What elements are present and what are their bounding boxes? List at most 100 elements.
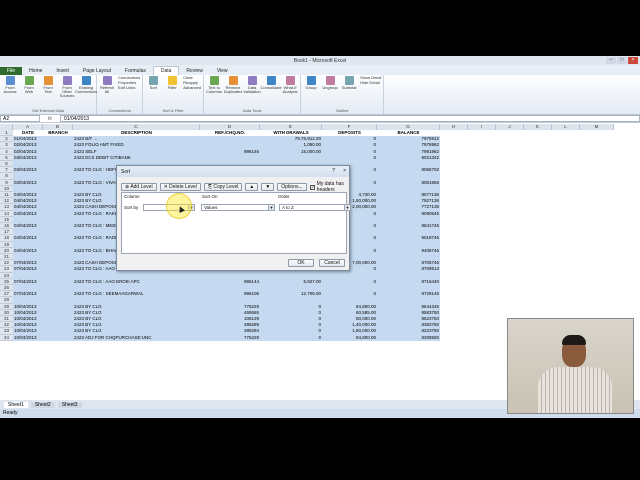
tab-file[interactable]: File xyxy=(0,67,23,75)
tab-data[interactable]: Data xyxy=(152,66,180,75)
tab-home[interactable]: Home xyxy=(22,67,49,75)
grid-cell[interactable]: 0 xyxy=(260,334,322,341)
close-button[interactable]: × xyxy=(628,57,638,64)
add-level-button[interactable]: ⊕ Add Level xyxy=(121,183,157,191)
grid-cell[interactable] xyxy=(440,335,468,341)
from-access-button[interactable]: From Access xyxy=(2,76,18,94)
column-header: Column xyxy=(124,194,140,199)
ribbon-small-buttons: Clear Reapply Advanced xyxy=(183,76,201,90)
ribbon-button-label: Remove Duplicates xyxy=(223,85,243,94)
grid-cell[interactable]: 8308550 xyxy=(377,334,440,341)
row-number[interactable]: 34 xyxy=(0,334,13,341)
grid-cell[interactable]: 84,800.00 xyxy=(322,334,377,341)
grid-cell[interactable] xyxy=(43,334,73,341)
window-title: Book1 - Microsoft Excel xyxy=(293,57,347,64)
grid-cell[interactable] xyxy=(468,335,496,341)
maximize-button[interactable]: □ xyxy=(617,57,627,64)
ribbon-button-label: What-If Analysis xyxy=(282,85,298,94)
sheet-tab-1[interactable]: Sheet1 xyxy=(4,401,28,408)
filter-button[interactable]: Filter xyxy=(164,76,180,90)
cancel-button[interactable]: Cancel xyxy=(319,259,345,267)
sheet-tab-3[interactable]: Sheet3 xyxy=(57,401,82,408)
what-if-analysis-button[interactable]: What-If Analysis xyxy=(282,76,298,94)
from-other-sources-button[interactable]: From Other Sources xyxy=(59,76,75,98)
ribbon-tabs: File Home Insert Page Layout Formulas Data Rev… xyxy=(0,65,640,75)
formula-input[interactable]: 01/04/2013 xyxy=(60,115,640,122)
filter-icon xyxy=(167,76,177,85)
ribbon-group-sort-filter: Sort Filter Clear Reapply Advanced Sort & Fil… xyxy=(143,75,205,114)
webcam-overlay xyxy=(507,318,634,414)
from-text-button[interactable]: From Text xyxy=(40,76,56,94)
sortby-label: Sort by xyxy=(124,205,139,210)
ribbon-button-label: From Other Sources xyxy=(59,85,75,98)
ok-button[interactable]: OK xyxy=(288,259,314,267)
ungroup-button[interactable]: Ungroup xyxy=(322,76,338,90)
refresh-all-button[interactable]: Refresh All xyxy=(99,76,115,94)
existing-connections-icon xyxy=(81,76,91,85)
delete-level-button[interactable]: ✕ Delete Level xyxy=(159,183,201,191)
dialog-close-button[interactable]: × xyxy=(343,168,346,174)
move-up-button[interactable]: ▲ xyxy=(245,183,259,191)
data-validation-button[interactable]: Data Validation xyxy=(243,76,261,94)
from-access-icon xyxy=(5,76,15,85)
hide-detail-button[interactable]: Hide Detail xyxy=(360,81,381,85)
data-validation-icon xyxy=(247,76,257,85)
title-bar: Book1 - Microsoft Excel – □ × xyxy=(0,56,640,65)
from-other-sources-icon xyxy=(62,76,72,85)
grid-cell[interactable]: 10/04/2013 xyxy=(13,334,43,341)
sorton-dropdown[interactable]: Values ▼ xyxy=(201,204,275,211)
sort-level-row: Sort by ▼ Values ▼ A to Z ▼ xyxy=(123,204,351,212)
existing-connections-button[interactable]: Existing Connections xyxy=(75,76,97,94)
order-dropdown[interactable]: A to Z ▼ xyxy=(279,204,351,211)
tab-page-layout[interactable]: Page Layout xyxy=(76,67,118,75)
ribbon-button-label: From Access xyxy=(3,85,17,94)
group-icon xyxy=(306,76,316,85)
group-button[interactable]: Group xyxy=(303,76,319,90)
options-button[interactable]: Options... xyxy=(277,183,307,191)
presenter-body xyxy=(538,367,612,413)
grid-cell[interactable]: 776229 xyxy=(200,334,260,341)
tab-review[interactable]: Review xyxy=(179,67,209,75)
consolidate-icon xyxy=(266,76,276,85)
help-button[interactable]: ? xyxy=(332,168,335,174)
order-header: Order xyxy=(278,194,290,199)
sort-icon xyxy=(148,76,158,85)
subtotal-button[interactable]: Subtotal xyxy=(341,76,357,90)
ribbon: From Access From Web From Text From Other S… xyxy=(0,75,640,115)
from-web-button[interactable]: From Web xyxy=(21,76,37,94)
refresh-all-icon xyxy=(102,76,112,85)
copy-level-button[interactable]: ⎘ Copy Level xyxy=(203,183,243,191)
edit-links-button[interactable]: Edit Links xyxy=(118,86,140,90)
dialog-toolbar: ⊕ Add Level ✕ Delete Level ⎘ Copy Level … xyxy=(117,177,349,193)
minimize-button[interactable]: – xyxy=(606,57,616,64)
sheet-tab-2[interactable]: Sheet2 xyxy=(30,401,55,408)
sort-button[interactable]: Sort xyxy=(145,76,161,90)
consolidate-button[interactable]: Consolidate xyxy=(260,76,282,90)
sort-levels-table: Column Sort On Order Sort by ▼ Values ▼ … xyxy=(121,192,351,254)
delete-level-label: Delete Level xyxy=(169,184,197,190)
arrow-up-icon: ▲ xyxy=(249,184,255,190)
chevron-down-icon: ▼ xyxy=(344,205,350,210)
dialog-footer: OK Cancel xyxy=(288,259,345,267)
text-to-columns-button[interactable]: Text to Columns xyxy=(206,76,222,94)
sorton-header: Sort On xyxy=(202,194,218,199)
fx-icon[interactable]: fx xyxy=(40,116,60,122)
tab-insert[interactable]: Insert xyxy=(49,67,76,75)
remove-duplicates-button[interactable]: Remove Duplicates xyxy=(223,76,243,94)
grid-cell[interactable]: 2423 ADJ FOR CHQPURCHASE:UNC xyxy=(73,334,200,341)
advanced-button[interactable]: Advanced xyxy=(183,86,201,90)
ribbon-button-label: Filter xyxy=(167,85,177,90)
headers-checkbox[interactable]: ✓ xyxy=(309,184,315,190)
ungroup-icon xyxy=(325,76,335,85)
from-text-icon xyxy=(43,76,53,85)
ribbon-button-label: Text to Columns xyxy=(206,85,222,94)
ribbon-group-label: Data Tools xyxy=(242,108,262,113)
ribbon-group-label: Outline xyxy=(335,108,349,113)
tab-formulas[interactable]: Formulas xyxy=(118,67,153,75)
ribbon-group-data-tools: Text to Columns Remove Duplicates Data Val… xyxy=(204,75,302,114)
name-box[interactable]: A2 xyxy=(0,115,40,122)
ribbon-button-label: Group xyxy=(305,85,317,90)
window-controls: – □ × xyxy=(606,57,638,64)
tab-view[interactable]: View xyxy=(210,67,235,75)
move-down-button[interactable]: ▼ xyxy=(261,183,275,191)
